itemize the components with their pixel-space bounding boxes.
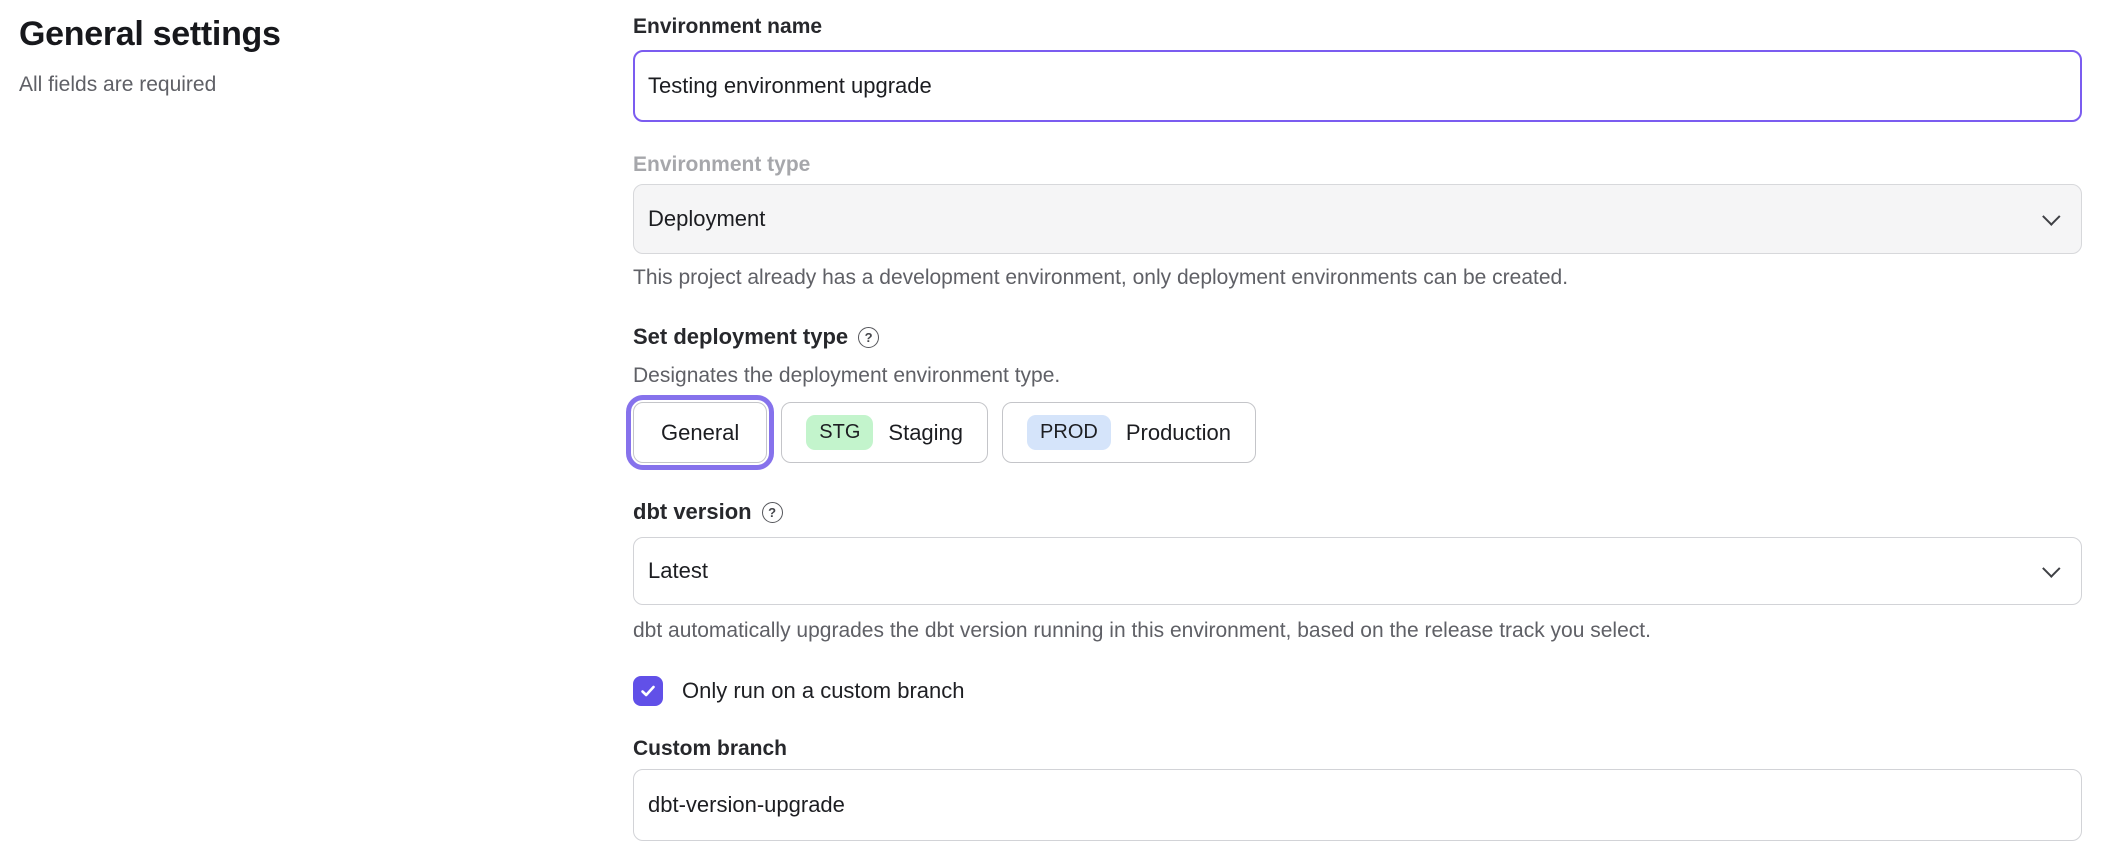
environment-type-value: Deployment xyxy=(648,206,765,232)
staging-badge: STG xyxy=(806,415,873,450)
page-subtitle: All fields are required xyxy=(19,72,579,98)
dbt-version-helper: dbt automatically upgrades the dbt versi… xyxy=(633,617,2082,645)
environment-settings-form: Environment name Environment type Deploy… xyxy=(633,0,2082,841)
deployment-type-production-label: Production xyxy=(1126,420,1231,446)
custom-branch-checkbox[interactable] xyxy=(633,676,663,706)
deployment-type-staging-label: Staging xyxy=(888,420,963,446)
custom-branch-checkbox-label: Only run on a custom branch xyxy=(682,678,964,704)
deployment-type-section: Set deployment type ? xyxy=(633,322,2082,352)
custom-branch-checkbox-row: Only run on a custom branch xyxy=(633,676,2082,706)
deployment-type-options: General STG Staging PROD Production xyxy=(633,402,2082,463)
deployment-type-production-button[interactable]: PROD Production xyxy=(1002,402,1256,463)
checkmark-icon xyxy=(639,682,657,700)
chevron-down-icon xyxy=(2042,559,2060,577)
chevron-down-icon xyxy=(2042,207,2060,225)
deployment-type-general-label: General xyxy=(661,420,739,446)
deployment-type-general-button[interactable]: General xyxy=(633,402,767,463)
environment-type-label: Environment type xyxy=(633,150,2082,180)
deployment-type-label: Set deployment type xyxy=(633,322,848,352)
environment-type-select: Deployment xyxy=(633,184,2082,254)
general-settings-page: General settings All fields are required… xyxy=(0,0,2116,864)
custom-branch-label: Custom branch xyxy=(633,734,2082,764)
dbt-version-value: Latest xyxy=(648,558,708,584)
environment-name-input[interactable] xyxy=(633,50,2082,122)
environment-type-helper: This project already has a development e… xyxy=(633,264,2082,292)
environment-name-label: Environment name xyxy=(633,12,2082,42)
help-icon[interactable]: ? xyxy=(858,327,879,348)
settings-intro: General settings All fields are required xyxy=(19,12,579,98)
deployment-type-helper: Designates the deployment environment ty… xyxy=(633,362,2082,390)
page-title: General settings xyxy=(19,12,579,56)
dbt-version-section: dbt version ? xyxy=(633,497,2082,527)
custom-branch-input[interactable] xyxy=(633,769,2082,841)
help-icon[interactable]: ? xyxy=(762,502,783,523)
dbt-version-select[interactable]: Latest xyxy=(633,537,2082,605)
production-badge: PROD xyxy=(1027,415,1111,450)
deployment-type-staging-button[interactable]: STG Staging xyxy=(781,402,988,463)
dbt-version-label: dbt version xyxy=(633,497,752,527)
